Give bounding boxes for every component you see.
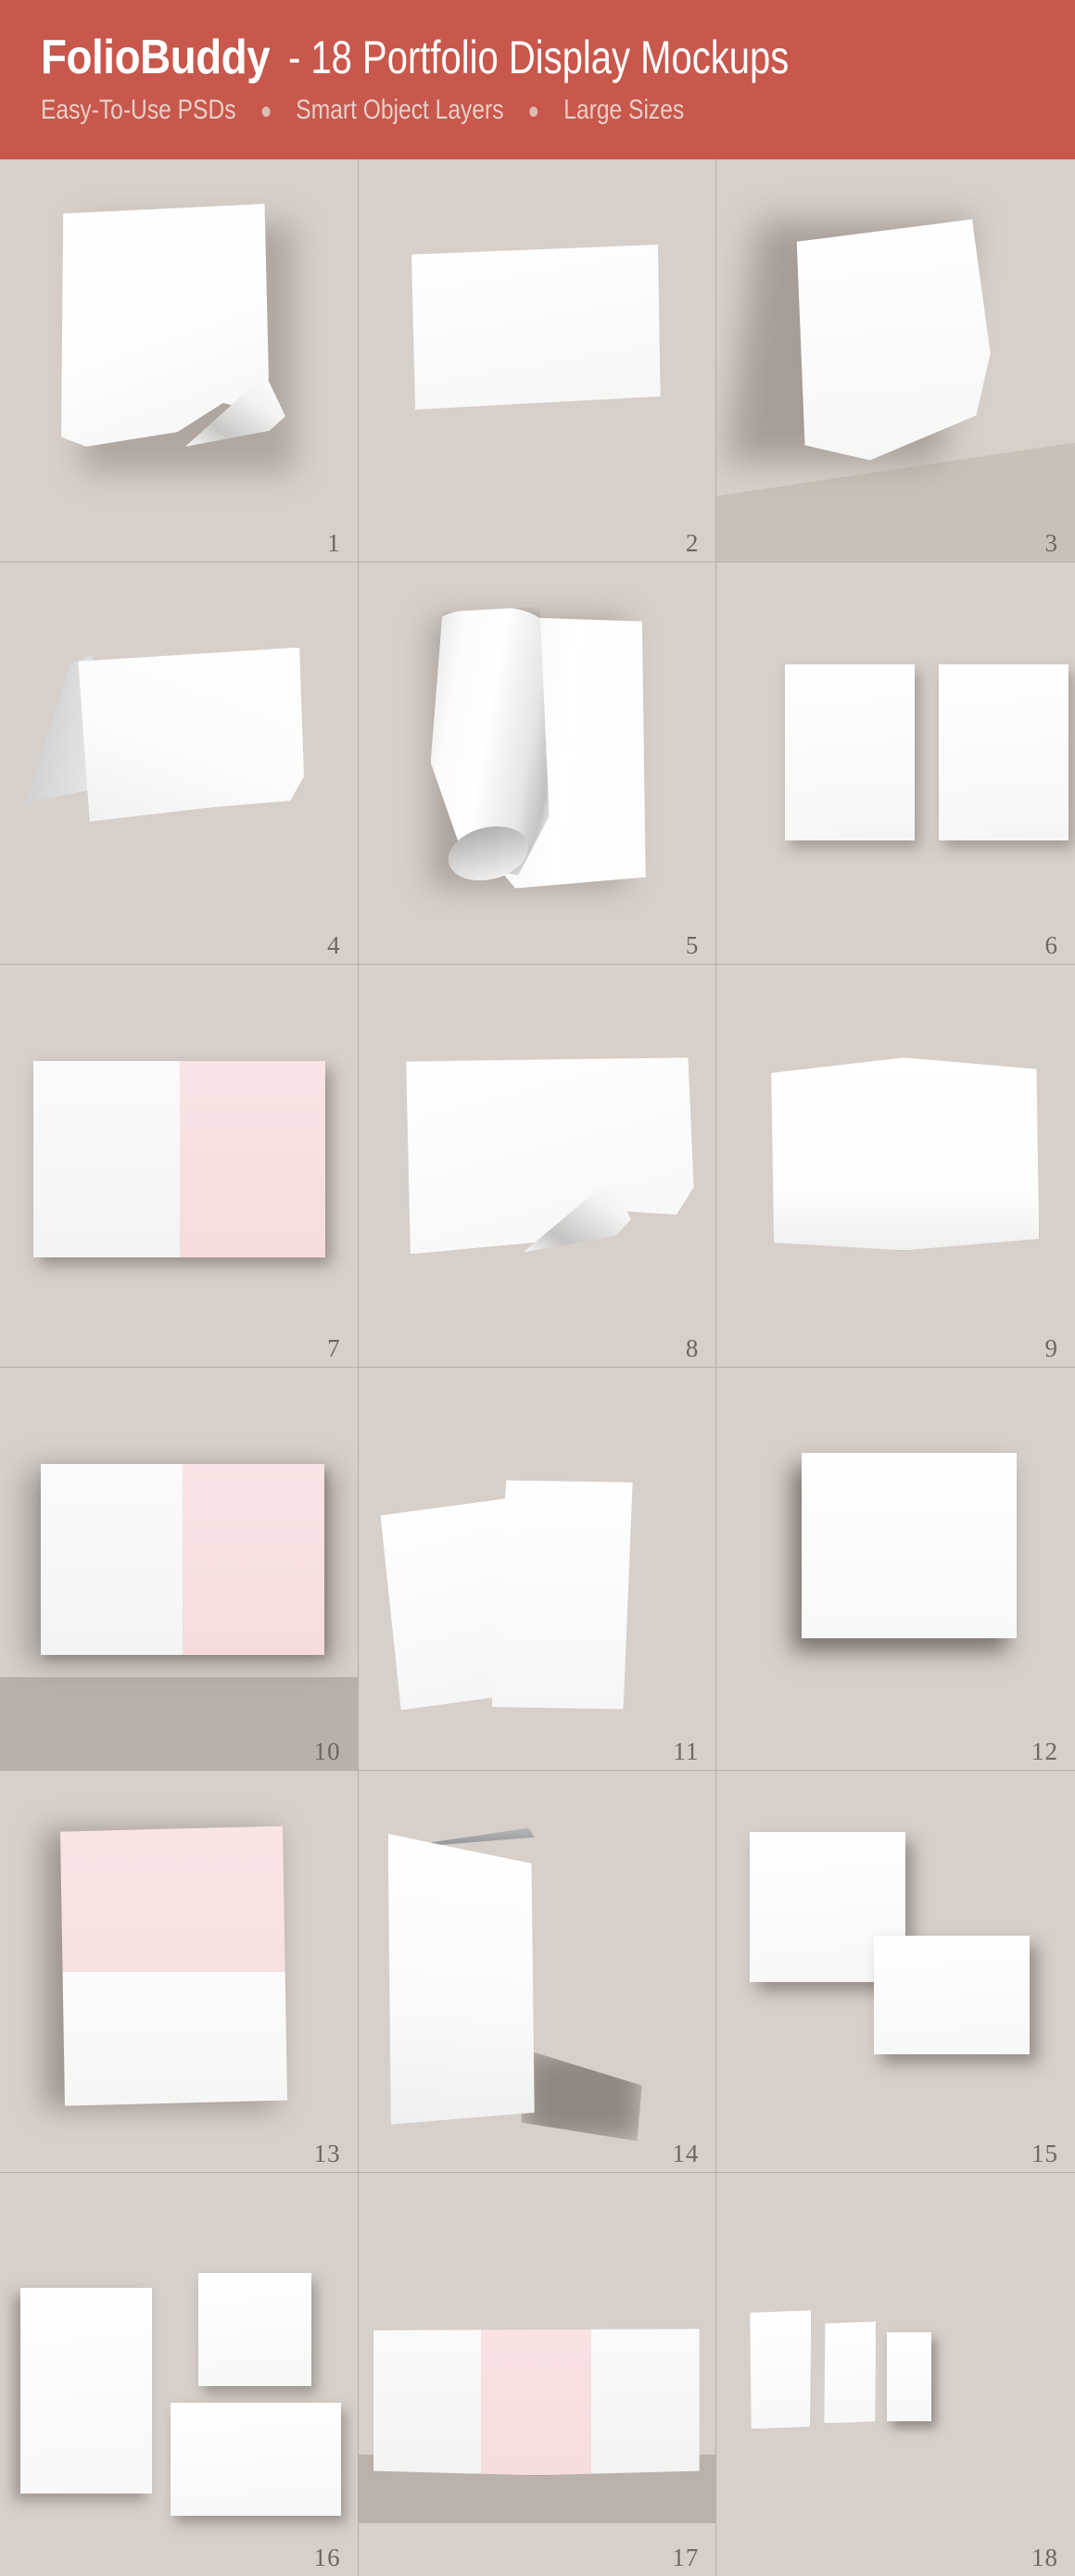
cell-number-label: 8 bbox=[685, 1333, 700, 1362]
mockup-cell-10[interactable]: 10 bbox=[0, 1367, 359, 1771]
paper-sheet-square bbox=[198, 2273, 311, 2387]
card-panel-pink bbox=[183, 1463, 324, 1655]
mockup-cell-16[interactable]: 16 bbox=[0, 2173, 359, 2576]
feature-list: Easy-To-Use PSDs Smart Object Layers Large… bbox=[41, 95, 889, 126]
mockup-cell-9[interactable]: 9 bbox=[716, 965, 1075, 1368]
mockup-cell-3[interactable]: 3 bbox=[716, 159, 1075, 562]
mockup-cell-17[interactable]: 17 bbox=[358, 2173, 717, 2576]
paper-sheet-front bbox=[491, 1475, 635, 1713]
mockup-cell-1[interactable]: 1 bbox=[0, 159, 359, 562]
paper-sheet bbox=[802, 1452, 1018, 1638]
card-panel-white bbox=[33, 1061, 180, 1258]
paper-sheet bbox=[411, 245, 661, 410]
bullet-dot-icon bbox=[261, 106, 271, 117]
cell-number-label: 14 bbox=[672, 2140, 700, 2168]
mockup-cell-8[interactable]: 8 bbox=[358, 965, 717, 1368]
paper-sheet-left bbox=[785, 663, 916, 840]
card-panel-pink-center bbox=[480, 2329, 592, 2476]
mockup-cell-4[interactable]: 4 bbox=[0, 562, 359, 966]
cell-number-label: 6 bbox=[1044, 931, 1058, 960]
sheet-panel-pink bbox=[60, 1825, 287, 1972]
cell-number-label: 10 bbox=[313, 1736, 341, 1765]
bifold-card bbox=[41, 1463, 324, 1655]
mockup-cell-13[interactable]: 13 bbox=[0, 1770, 359, 2174]
paper-sheet bbox=[796, 219, 991, 461]
mockup-cell-11[interactable]: 11 bbox=[358, 1367, 717, 1771]
brand-name: FolioBuddy bbox=[41, 31, 271, 84]
paper-sheet-small bbox=[887, 2332, 932, 2422]
cell-number-label: 5 bbox=[685, 931, 700, 960]
mockup-cell-12[interactable]: 12 bbox=[716, 1367, 1075, 1771]
cell-number-label: 13 bbox=[313, 2140, 341, 2168]
paper-sheet bbox=[771, 1057, 1040, 1251]
paper-sheet-bottom bbox=[874, 1935, 1031, 2054]
page-title: FolioBuddy - 18 Portfolio Display Mockups bbox=[41, 33, 1075, 82]
card-panel-pink bbox=[179, 1061, 325, 1258]
cell-number-label: 2 bbox=[685, 528, 700, 557]
mockup-grid: 1 2 3 4 5 6 7 8 9 10 11 12 13 14 15 16 1… bbox=[0, 159, 1075, 2576]
feature-item-1: Easy-To-Use PSDs bbox=[41, 95, 236, 125]
cell-number-label: 4 bbox=[327, 931, 341, 960]
card-front-panel bbox=[387, 1834, 535, 2125]
cell-number-label: 17 bbox=[672, 2543, 700, 2571]
cell-number-label: 7 bbox=[327, 1333, 341, 1362]
paper-shadow bbox=[521, 2048, 642, 2141]
cell-number-label: 18 bbox=[1031, 2543, 1058, 2571]
paper-sheet-landscape bbox=[171, 2403, 341, 2517]
feature-item-3: Large Sizes bbox=[563, 95, 685, 125]
mockup-cell-14[interactable]: 14 bbox=[358, 1770, 717, 2174]
card-panel-white-left bbox=[373, 2329, 481, 2476]
mockup-cell-6[interactable]: 6 bbox=[716, 562, 1075, 966]
card-front-panel bbox=[78, 647, 304, 822]
bifold-card bbox=[33, 1061, 325, 1258]
bullet-dot-icon bbox=[529, 106, 538, 117]
paper-sheet-right bbox=[939, 663, 1069, 840]
cell-number-label: 1 bbox=[327, 528, 341, 557]
cell-number-label: 15 bbox=[1031, 2140, 1058, 2168]
card-panel-white bbox=[41, 1463, 183, 1655]
paper-sheet-portrait bbox=[20, 2288, 152, 2494]
mockup-cell-18[interactable]: 18 bbox=[716, 2173, 1075, 2576]
card-panel-white-right bbox=[591, 2329, 700, 2476]
cell-number-label: 11 bbox=[673, 1736, 700, 1765]
paper-sheet-large bbox=[750, 2310, 812, 2430]
paper-sheet bbox=[60, 1825, 287, 2106]
cell-number-label: 9 bbox=[1044, 1333, 1058, 1362]
product-header-banner: FolioBuddy - 18 Portfolio Display Mockups… bbox=[0, 0, 1075, 159]
cell-number-label: 16 bbox=[313, 2543, 341, 2571]
paper-sheet-medium bbox=[824, 2321, 877, 2424]
trifold-card bbox=[373, 2329, 700, 2476]
mockup-cell-5[interactable]: 5 bbox=[358, 562, 717, 966]
shelf-plane bbox=[0, 1676, 358, 1770]
feature-item-2: Smart Object Layers bbox=[296, 95, 504, 125]
paper-sheet bbox=[406, 1057, 694, 1255]
mockup-cell-7[interactable]: 7 bbox=[0, 965, 359, 1368]
sheet-panel-white bbox=[60, 1971, 287, 2106]
cell-number-label: 3 bbox=[1044, 528, 1058, 557]
cell-number-label: 12 bbox=[1031, 1736, 1058, 1765]
title-subtitle-text: - 18 Portfolio Display Mockups bbox=[287, 32, 790, 83]
mockup-cell-2[interactable]: 2 bbox=[358, 159, 717, 562]
mockup-cell-15[interactable]: 15 bbox=[716, 1770, 1075, 2174]
